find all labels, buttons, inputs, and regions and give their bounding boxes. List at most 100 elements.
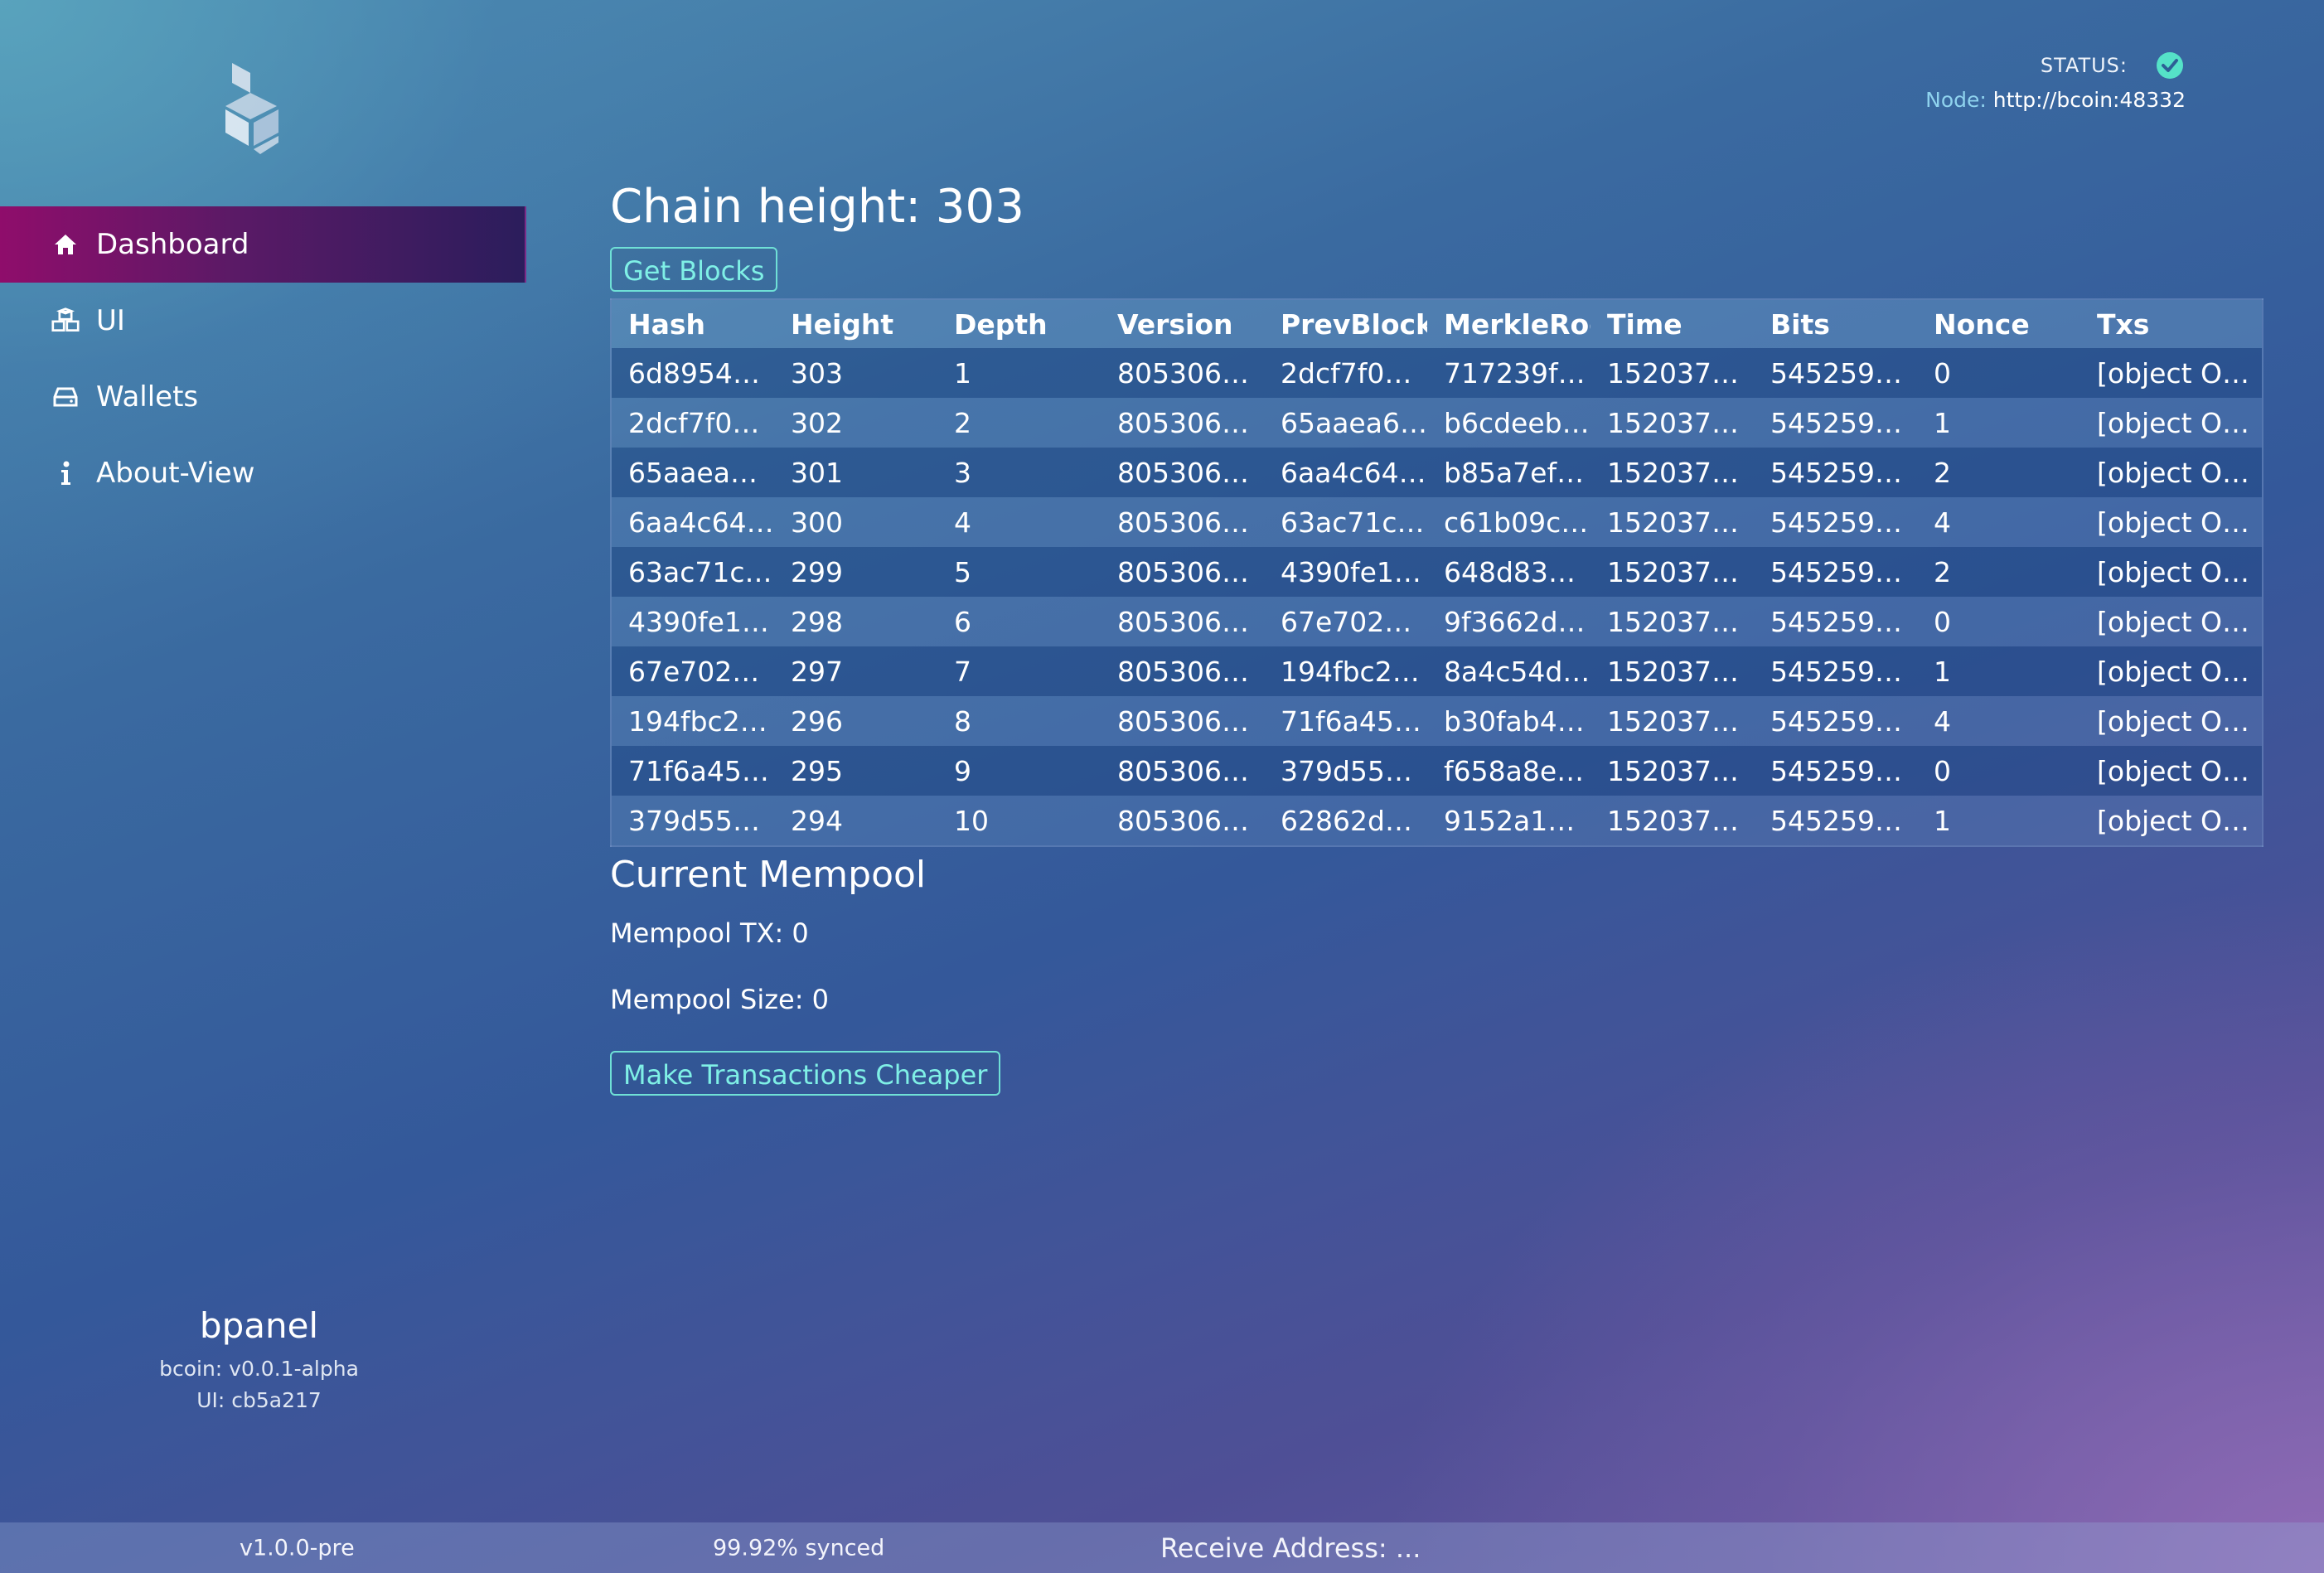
table-cell-nonce: 1: [1917, 796, 2080, 846]
table-cell-version: 805306371: [1101, 696, 1264, 746]
table-cell-nonce: 2: [1917, 547, 2080, 597]
table-cell-time: 15203741...: [1590, 597, 1754, 646]
table-cell-prevblock: 379d55da...: [1264, 746, 1427, 796]
table-row[interactable]: 65aaea6d...30138053063716aa4c649...b85a7…: [611, 448, 2263, 497]
table-cell-prevblock: 62862da4...: [1264, 796, 1427, 846]
table-cell-hash: 63ac71cd...: [611, 547, 774, 597]
column-header-version: Version: [1101, 299, 1264, 348]
table-cell-nonce: 4: [1917, 497, 2080, 547]
sidebar-nav: Dashboard UI Wallets About-View: [0, 206, 526, 511]
table-cell-hash: 194fbc291...: [611, 696, 774, 746]
table-cell-height: 302: [774, 398, 937, 448]
brand-name: bpanel: [199, 1305, 319, 1346]
table-cell-version: 805306371: [1101, 746, 1264, 796]
table-row[interactable]: 63ac71cd... 299 5 805306371 4390fe10... 648d8…: [611, 547, 2263, 597]
sidebar-item-about-view[interactable]: About-View: [0, 435, 526, 511]
node-label: Node:: [1925, 88, 1987, 112]
node-url: http://bcoin:48332: [1992, 88, 2186, 112]
table-row[interactable]: 6aa4c649... 300 4 805306371 63ac71cd... c61b0…: [611, 497, 2263, 547]
table-cell-bits: 545259519: [1754, 497, 1917, 547]
table-cell-time: 15203741...: [1590, 746, 1754, 796]
table-cell-bits: 545259519: [1754, 597, 1917, 646]
table-header-row: HashHeightDepthVersionPrevBlockMerkleRoo…: [611, 299, 2263, 348]
table-cell-height: 299: [774, 547, 937, 597]
table-cell-nonce: 4: [1917, 696, 2080, 746]
footer-receive-address[interactable]: Receive Address: ...: [1160, 1532, 1421, 1564]
table-cell-nonce: 0: [1917, 746, 2080, 796]
table-cell-time: 15203741...: [1590, 448, 1754, 497]
table-cell-depth: 9: [937, 746, 1101, 796]
table-cell-merkleroot: b85a7efa3...: [1427, 448, 1590, 497]
column-header-bits: Bits: [1754, 299, 1917, 348]
table-cell-merkleroot: b30fab41...: [1427, 696, 1590, 746]
table-cell-bits: 545259519: [1754, 796, 1917, 846]
table-cell-merkleroot: 9152a113...: [1427, 796, 1590, 846]
table-cell-time: 15203741...: [1590, 646, 1754, 696]
table-cell-merkleroot: 9f3662d1f...: [1427, 597, 1590, 646]
table-cell-time: 15203741...: [1590, 497, 1754, 547]
footer-bar: v1.0.0-pre 99.92% synced Receive Address…: [0, 1522, 2324, 1573]
mempool-tx: Mempool TX: 0: [610, 917, 809, 949]
column-header-nonce: Nonce: [1917, 299, 2080, 348]
table-row[interactable]: 6d8954a0...30318053063712dcf7f0ad...7172…: [611, 348, 2263, 398]
get-blocks-button[interactable]: Get Blocks: [610, 247, 778, 292]
table-cell-merkleroot: 717239f6...: [1427, 348, 1590, 398]
table-cell-prevblock: 4390fe10...: [1264, 547, 1427, 597]
table-cell-bits: 545259519: [1754, 398, 1917, 448]
table-cell-txs: [object Ob...: [2080, 696, 2263, 746]
table-row[interactable]: 71f6a45ab...2959805306371379d55da...f658…: [611, 746, 2263, 796]
table-row[interactable]: 2dcf7f0ad...302280530637165aaea6d...b6cd…: [611, 398, 2263, 448]
table-cell-txs: [object Ob...: [2080, 547, 2263, 597]
table-cell-height: 295: [774, 746, 937, 796]
table-cell-txs: [object Ob...: [2080, 746, 2263, 796]
table-row[interactable]: 194fbc291...296880530637171f6a45ab...b30…: [611, 696, 2263, 746]
table-cell-txs: [object Ob...: [2080, 597, 2263, 646]
status-label: STATUS:: [2040, 54, 2128, 77]
table-cell-merkleroot: b6cdeeba...: [1427, 398, 1590, 448]
table-cell-hash: 71f6a45ab...: [611, 746, 774, 796]
table-cell-nonce: 0: [1917, 597, 2080, 646]
table-cell-depth: 3: [937, 448, 1101, 497]
make-transactions-cheaper-button[interactable]: Make Transactions Cheaper: [610, 1051, 1001, 1096]
table-row[interactable]: 67e702b7...2977805306371194fbc291...8a4c…: [611, 646, 2263, 696]
table-cell-depth: 6: [937, 597, 1101, 646]
table-row[interactable]: 4390fe10...298680530637167e702b7...9f366…: [611, 597, 2263, 646]
table-cell-prevblock: 71f6a45ab...: [1264, 696, 1427, 746]
table-cell-version: 805306371: [1101, 646, 1264, 696]
brand-block: bpanel bcoin: v0.0.1-alpha UI: cb5a217: [0, 1305, 518, 1416]
table-cell-merkleroot: 648d8328...: [1427, 547, 1590, 597]
table-cell-txs: [object Ob...: [2080, 348, 2263, 398]
main-content: Chain height: 303 Get Blocks Hash Height D…: [610, 174, 2263, 1096]
table-cell-time: 15203741...: [1590, 696, 1754, 746]
table-cell-version: 805306371: [1101, 398, 1264, 448]
table-cell-txs: [object Ob...: [2080, 398, 2263, 448]
page-title: Chain height: 303: [610, 180, 1024, 234]
info-icon: [51, 459, 80, 487]
table-cell-txs: [object Ob...: [2080, 448, 2263, 497]
table-cell-txs: [object Ob...: [2080, 497, 2263, 547]
table-cell-depth: 7: [937, 646, 1101, 696]
sidebar-item-label: Dashboard: [96, 228, 249, 261]
table-cell-hash: 379d55da...: [611, 796, 774, 846]
footer-version: v1.0.0-pre: [240, 1535, 355, 1561]
sidebar-item-label: Wallets: [96, 380, 199, 414]
sidebar-item-wallets[interactable]: Wallets: [0, 359, 526, 435]
table-cell-merkleroot: c61b09ca...: [1427, 497, 1590, 547]
table-cell-height: 294: [774, 796, 937, 846]
table-row[interactable]: 379d55da...2941080530637162862da4...9152…: [611, 796, 2263, 846]
home-icon: [51, 230, 80, 259]
table-cell-hash: 67e702b7...: [611, 646, 774, 696]
sidebar-item-dashboard[interactable]: Dashboard: [0, 206, 526, 283]
column-header-hash: Hash: [611, 299, 774, 348]
table-cell-bits: 545259519: [1754, 696, 1917, 746]
footer-sync-status: 99.92% synced: [713, 1535, 885, 1561]
sidebar-item-label: UI: [96, 304, 125, 337]
table-cell-nonce: 1: [1917, 646, 2080, 696]
sidebar-item-ui[interactable]: UI: [0, 283, 526, 359]
table-cell-prevblock: 2dcf7f0ad...: [1264, 348, 1427, 398]
table-cell-nonce: 1: [1917, 398, 2080, 448]
column-header-depth: Depth: [937, 299, 1101, 348]
bcoin-logo-icon: [225, 63, 278, 154]
table-cell-version: 805306371: [1101, 597, 1264, 646]
table-cell-time: 15203741...: [1590, 348, 1754, 398]
